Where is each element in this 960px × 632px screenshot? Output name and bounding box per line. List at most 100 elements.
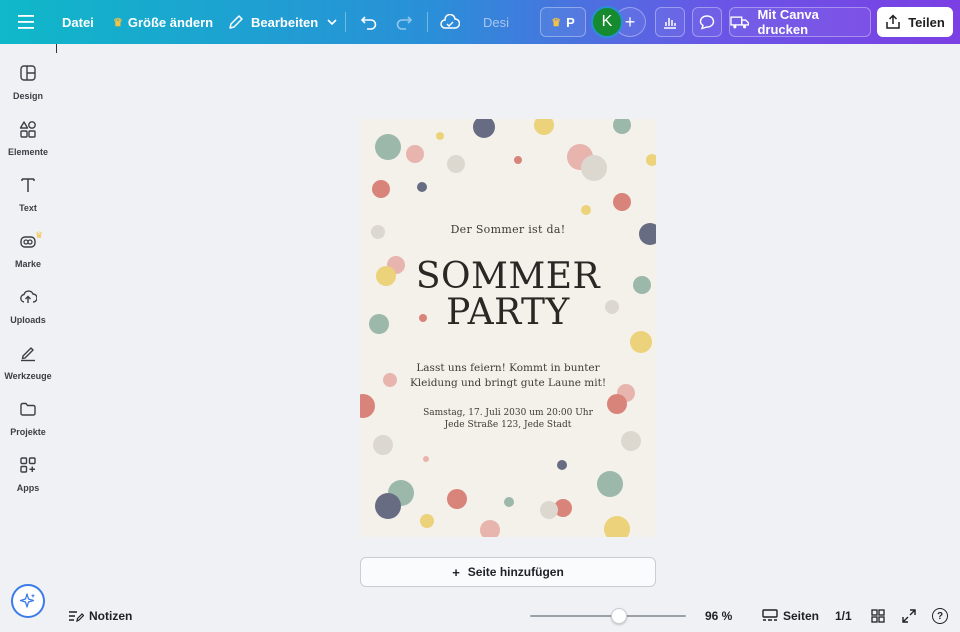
sidebar-item-uploads[interactable]: Uploads [0, 286, 56, 338]
decorative-dot [417, 182, 427, 192]
decorative-dot [581, 155, 607, 181]
folder-icon [20, 402, 36, 416]
decorative-dot [621, 431, 641, 451]
body-line: Kleidung und bringt gute Laune mit! [409, 377, 607, 389]
decorative-dot [447, 489, 467, 509]
decorative-dot [375, 493, 401, 519]
sidebar-item-design[interactable]: Design [0, 62, 56, 114]
decorative-dot [604, 516, 630, 537]
add-page-button[interactable]: + Seite hinzufügen [360, 557, 656, 587]
details-line: Jede Straße 123, Jede Stadt [444, 420, 572, 430]
crown-icon: ♛ [551, 16, 562, 29]
sidebar-item-text[interactable]: Text [0, 174, 56, 226]
draw-tool-icon [21, 347, 35, 362]
sidebar-item-label: Werkzeuge [4, 371, 52, 381]
decorative-dot [375, 134, 401, 160]
top-bar: Datei ♛ Größe ändern Bearbeiten Desi ♛ P… [0, 0, 960, 44]
hamburger-icon [18, 15, 34, 29]
sidebar-item-brand[interactable]: ♛ Marke [0, 230, 56, 282]
sidebar-item-label: Design [12, 91, 43, 101]
cloud-check-icon [440, 14, 460, 29]
sidebar-item-elements[interactable]: Elemente [0, 118, 56, 170]
comments-button[interactable] [692, 7, 722, 37]
decorative-dot [373, 435, 393, 455]
share-icon [886, 14, 900, 29]
cloud-save-status[interactable] [440, 0, 460, 44]
decorative-dot [630, 331, 652, 353]
menu-button[interactable] [18, 0, 36, 44]
design-page[interactable]: Der Sommer ist da! SOMMER PARTY Lasst un… [360, 119, 656, 537]
pro-button[interactable]: ♛ P [540, 7, 586, 37]
fullscreen-button[interactable] [902, 600, 916, 632]
chevron-down-icon [327, 19, 337, 26]
decorative-dot [420, 514, 434, 528]
comment-icon [699, 15, 715, 30]
sidebar-item-tools[interactable]: Werkzeuge [0, 342, 56, 394]
sidebar-item-label: Elemente [7, 147, 49, 157]
grid-view-button[interactable] [871, 600, 885, 632]
share-button[interactable]: Teilen [877, 7, 953, 37]
bar-chart-icon [664, 18, 676, 29]
decorative-dot [514, 156, 522, 164]
invitation-title[interactable]: SOMMER PARTY [360, 259, 656, 331]
decorative-dot [534, 119, 554, 135]
decorative-dot [447, 155, 465, 173]
pages-label: Seiten [783, 609, 820, 623]
zoom-slider-track[interactable] [530, 615, 686, 617]
print-label: Mit Canva drucken [757, 7, 819, 37]
undo-button[interactable] [360, 0, 378, 44]
decorative-dot [581, 205, 591, 215]
sparkle-icon [19, 593, 36, 608]
document-title[interactable]: Desi [483, 0, 509, 44]
help-icon: ? [932, 608, 948, 624]
text-cursor [56, 44, 57, 53]
avatar[interactable]: K [591, 6, 623, 38]
edit-menu[interactable]: Bearbeiten [228, 0, 338, 44]
page-count[interactable]: 1/1 [835, 600, 852, 632]
invitation-details[interactable]: Samstag, 17. Juli 2030 um 20:00 Uhr Jede… [360, 407, 656, 431]
magic-assistant-button[interactable] [11, 584, 45, 618]
pencil-icon [229, 15, 243, 29]
file-menu[interactable]: Datei [62, 0, 94, 44]
decorative-dot [480, 520, 500, 537]
print-button[interactable]: Mit Canva drucken [729, 7, 871, 37]
insights-button[interactable] [655, 7, 685, 37]
invitation-body[interactable]: Lasst uns feiern! Kommt in bunter Kleidu… [360, 361, 656, 391]
decorative-dot [436, 132, 444, 140]
redo-button[interactable] [395, 0, 413, 44]
decorative-dot [504, 497, 514, 507]
title-line: PARTY [446, 292, 570, 333]
sidebar-item-apps[interactable]: Apps [0, 454, 56, 506]
text-icon [21, 178, 35, 192]
plus-icon: + [624, 11, 636, 32]
help-button[interactable]: ? [932, 600, 948, 632]
bottom-bar: Notizen 96 % Seiten 1/1 ? [56, 600, 960, 632]
decorative-dot [557, 460, 567, 470]
sidebar-item-label: Uploads [10, 315, 46, 325]
pages-button[interactable]: Seiten [762, 600, 819, 632]
sidebar-item-projects[interactable]: Projekte [0, 398, 56, 450]
sidebar-item-label: Projekte [10, 427, 46, 437]
edit-label: Bearbeiten [251, 14, 319, 30]
invitation-subtitle[interactable]: Der Sommer ist da! [360, 223, 656, 236]
zoom-slider-thumb[interactable] [610, 608, 627, 624]
decorative-dot [646, 154, 656, 166]
crown-icon: ♛ [35, 230, 44, 240]
add-page-label: Seite hinzufügen [467, 565, 564, 579]
decorative-dot [406, 145, 424, 163]
notes-button[interactable]: Notizen [68, 600, 132, 632]
pro-label: P [566, 14, 575, 30]
pages-icon [762, 609, 778, 621]
notes-label: Notizen [89, 609, 133, 623]
layout-icon [20, 65, 36, 81]
shapes-icon [19, 121, 36, 138]
zoom-value[interactable]: 96 % [705, 600, 732, 632]
truck-icon [730, 16, 750, 29]
resize-button[interactable]: ♛ Größe ändern [113, 0, 213, 44]
cloud-upload-icon [20, 290, 37, 303]
decorative-dot [540, 501, 558, 519]
title-line: SOMMER [415, 256, 601, 297]
resize-label: Größe ändern [127, 14, 214, 30]
decorative-dot [613, 193, 631, 211]
grid-icon [871, 609, 885, 623]
